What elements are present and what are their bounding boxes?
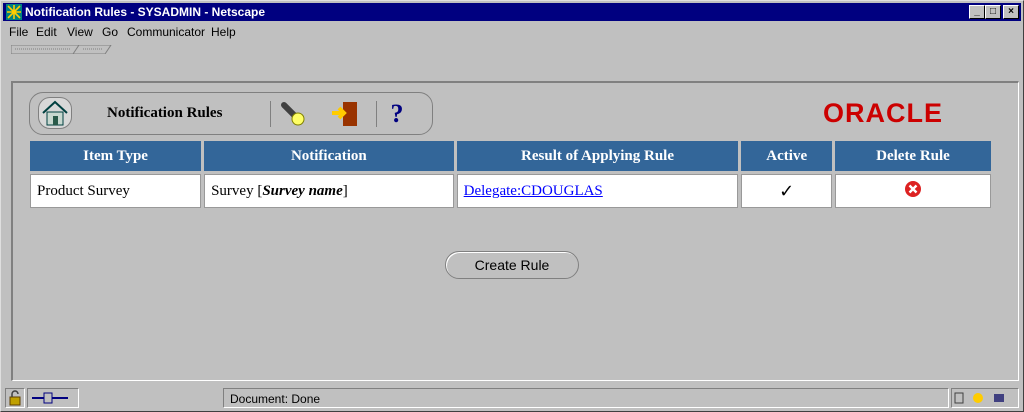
menu-file[interactable]: File <box>9 25 28 39</box>
search-flashlight-icon[interactable] <box>278 99 308 129</box>
browser-window: Notification Rules - SYSADMIN - Netscape… <box>0 0 1024 412</box>
menu-bar: File Edit View Go Communicator Help <box>3 22 1021 42</box>
active-cell: ✓ <box>741 174 832 208</box>
delete-rule-cell <box>834 174 991 208</box>
status-bar: Document: Done <box>3 387 1021 409</box>
connection-status-icon <box>27 388 79 408</box>
oracle-logo: ORACLE <box>823 98 943 127</box>
table-header-row: Item Type Notification Result of Applyin… <box>30 141 991 171</box>
notification-rules-table: Item Type Notification Result of Applyin… <box>27 138 994 211</box>
column-header-result: Result of Applying Rule <box>456 141 739 171</box>
toolbar-title: Notification Rules <box>107 105 223 121</box>
collapsed-toolbar-tabs[interactable] <box>11 45 141 54</box>
item-type-cell: Product Survey <box>30 174 202 208</box>
delete-icon[interactable] <box>904 180 922 198</box>
home-button[interactable] <box>38 97 72 129</box>
create-rule-button[interactable]: Create Rule <box>445 251 579 279</box>
svg-text:ORACLE: ORACLE <box>823 98 943 127</box>
notification-cell: Survey [Survey name] <box>204 174 454 208</box>
help-icon[interactable]: ? <box>382 99 412 129</box>
menu-communicator[interactable]: Communicator <box>127 25 205 39</box>
checkmark-icon: ✓ <box>779 180 795 202</box>
window-title: Notification Rules - SYSADMIN - Netscape <box>25 5 266 19</box>
delegate-link[interactable]: Delegate:CDOUGLAS <box>464 183 603 199</box>
exit-door-icon[interactable] <box>330 99 360 129</box>
maximize-button[interactable]: □ <box>985 5 1001 19</box>
menu-help[interactable]: Help <box>211 25 236 39</box>
menu-go[interactable]: Go <box>102 25 118 39</box>
menu-view[interactable]: View <box>67 25 93 39</box>
table-row: Product Survey Survey [Survey name] Dele… <box>30 174 991 208</box>
toolbar-separator <box>270 101 271 127</box>
column-header-delete-rule: Delete Rule <box>834 141 991 171</box>
status-text: Document: Done <box>230 392 321 406</box>
title-bar[interactable]: Notification Rules - SYSADMIN - Netscape… <box>3 3 1021 21</box>
home-icon <box>42 100 68 126</box>
status-text-cell: Document: Done <box>223 388 949 408</box>
result-cell: Delegate:CDOUGLAS <box>456 174 739 208</box>
column-header-active: Active <box>741 141 832 171</box>
menu-edit[interactable]: Edit <box>36 25 57 39</box>
app-toolbar: Notification Rules ? <box>29 92 433 135</box>
security-lock-icon[interactable] <box>5 388 25 408</box>
toolbar-separator <box>376 101 377 127</box>
close-button[interactable]: × <box>1003 5 1019 19</box>
component-bar <box>951 388 1019 408</box>
column-header-notification: Notification <box>204 141 454 171</box>
column-header-item-type: Item Type <box>30 141 202 171</box>
netscape-icon <box>6 4 22 20</box>
minimize-button[interactable]: _ <box>969 5 985 19</box>
